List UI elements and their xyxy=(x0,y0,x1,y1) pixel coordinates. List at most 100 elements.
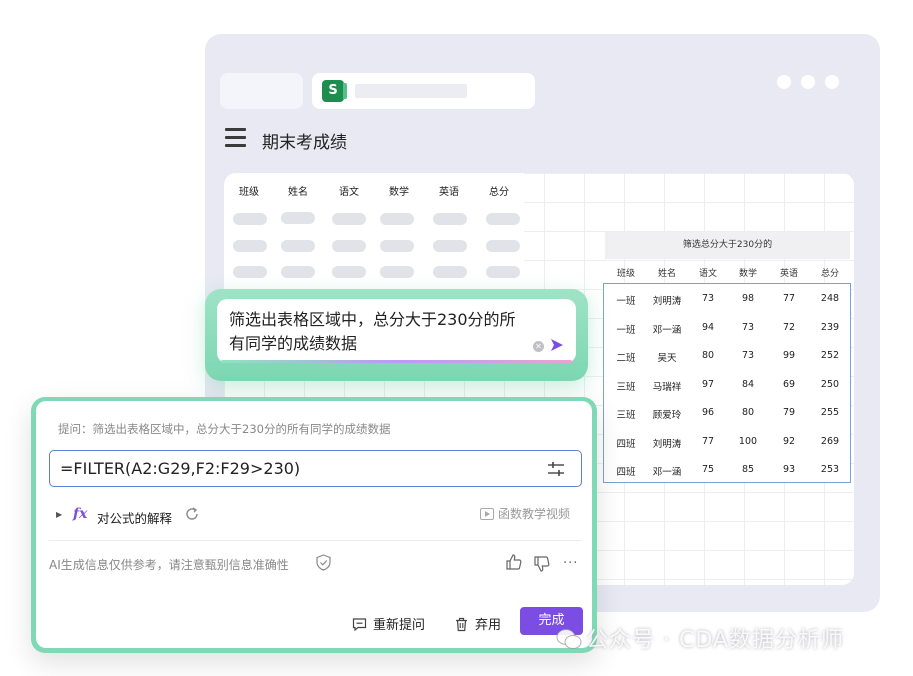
skeleton-cell xyxy=(380,240,414,252)
re-ask-button[interactable]: 重新提问 xyxy=(352,614,425,633)
skeleton-cell xyxy=(233,240,267,252)
result-header-cell: 班级 xyxy=(616,269,635,279)
result-cell: 269 xyxy=(820,435,840,447)
sheet-header-cell: 班级 xyxy=(239,187,259,198)
skeleton-cell xyxy=(486,266,520,278)
blank-tab[interactable] xyxy=(220,73,303,109)
result-cell: 248 xyxy=(820,293,840,304)
result-cell: 98 xyxy=(741,293,755,304)
skeleton-cell xyxy=(433,240,467,252)
result-cell: 75 xyxy=(701,464,715,475)
result-cell: 邓一涵 xyxy=(652,324,682,336)
formula-text: =FILTER(A2:G29,F2:F29>230) xyxy=(60,459,301,478)
formula-field[interactable]: =FILTER(A2:G29,F2:F29>230) xyxy=(49,450,582,487)
result-cell: 253 xyxy=(820,464,840,475)
skeleton-cell xyxy=(433,213,467,225)
discard-button[interactable]: 弃用 xyxy=(454,614,501,633)
skeleton-cell xyxy=(281,266,315,278)
result-cell: 四班 xyxy=(616,467,636,478)
result-cell: 吴天 xyxy=(657,353,677,364)
result-cell: 77 xyxy=(701,435,715,447)
result-cell: 250 xyxy=(820,378,840,390)
sheets-app-icon: S xyxy=(322,80,347,102)
skeleton-cell xyxy=(332,240,366,252)
fx-icon: fx xyxy=(73,506,88,522)
thumbs-down-icon[interactable] xyxy=(534,556,550,572)
result-cell: 马瑞祥 xyxy=(652,381,682,393)
result-cell: 80 xyxy=(741,407,755,418)
skeleton-cell xyxy=(332,266,366,278)
thumbs-up-icon[interactable] xyxy=(506,554,522,570)
triangle-right-icon: ▶ xyxy=(56,510,63,519)
skeleton-cell xyxy=(281,212,315,224)
send-icon[interactable] xyxy=(550,338,564,352)
wechat-logo-icon xyxy=(556,629,582,649)
result-cell: 79 xyxy=(782,407,796,418)
result-cell: 97 xyxy=(701,378,715,390)
result-cell: 93 xyxy=(782,464,796,475)
question-text: 提问：筛选出表格区域中，总分大于230分的所有同学的成绩数据 xyxy=(58,422,391,436)
window-dot-2[interactable] xyxy=(801,75,815,89)
document-tab[interactable]: S xyxy=(312,73,535,109)
skeleton-cell xyxy=(486,240,520,252)
result-cell: 邓一涵 xyxy=(652,467,682,478)
formula-panel: 提问：筛选出表格区域中，总分大于230分的所有同学的成绩数据 =FILTER(A… xyxy=(31,397,597,653)
result-cell: 239 xyxy=(820,321,840,333)
refresh-icon[interactable] xyxy=(184,506,200,522)
result-cell: 85 xyxy=(741,464,755,475)
skeleton-cell xyxy=(281,240,315,252)
shield-check-icon xyxy=(316,554,331,571)
tab-title-placeholder xyxy=(355,84,467,98)
result-cell: 三班 xyxy=(616,381,636,393)
window-dot-1[interactable] xyxy=(777,75,791,89)
sheet-header-cell: 语文 xyxy=(339,187,359,198)
result-cell: 73 xyxy=(741,350,755,361)
skeleton-cell xyxy=(433,266,467,278)
result-cell: 三班 xyxy=(616,410,636,421)
result-cell: 84 xyxy=(741,378,755,390)
ai-disclaimer: AI生成信息仅供参考，请注意甄别信息准确性 xyxy=(49,558,289,572)
prompt-text: 筛选出表格区域中，总分大于230分的所有同学的成绩数据 xyxy=(229,310,516,353)
skeleton-cell xyxy=(332,213,366,225)
trash-icon xyxy=(456,617,467,632)
formula-panel-body: 提问：筛选出表格区域中，总分大于230分的所有同学的成绩数据 =FILTER(A… xyxy=(36,401,592,648)
prompt-bubble: 筛选出表格区域中，总分大于230分的所有同学的成绩数据 ✕ xyxy=(205,289,588,381)
skeleton-cell xyxy=(486,213,520,225)
watermark-text: 公众号 · CDA数据分析师 xyxy=(586,628,844,653)
result-cell: 四班 xyxy=(616,438,636,450)
play-icon xyxy=(480,508,494,520)
result-cell: 72 xyxy=(782,321,796,333)
result-cell: 99 xyxy=(782,350,796,361)
tutorial-video-label: 函数教学视频 xyxy=(498,507,571,521)
sheet-header-cell: 数学 xyxy=(389,187,409,198)
clear-icon[interactable]: ✕ xyxy=(533,341,544,352)
watermark: 公众号 · CDA数据分析师 xyxy=(556,622,844,654)
result-header-cell: 姓名 xyxy=(657,269,676,279)
sheet-header-cell: 总分 xyxy=(489,187,509,198)
window-dot-3[interactable] xyxy=(825,75,839,89)
chat-icon xyxy=(352,618,367,632)
result-header-cell: 总分 xyxy=(820,269,839,279)
prompt-input[interactable]: 筛选出表格区域中，总分大于230分的所有同学的成绩数据 ✕ xyxy=(217,299,576,363)
hamburger-icon[interactable] xyxy=(225,128,246,150)
skeleton-cell xyxy=(380,213,414,225)
sheet-header-cell: 姓名 xyxy=(288,187,308,198)
sliders-icon[interactable] xyxy=(547,461,565,477)
result-header-cell: 语文 xyxy=(698,269,717,279)
result-cell: 77 xyxy=(782,293,796,304)
result-cell: 255 xyxy=(820,407,840,418)
result-cell: 96 xyxy=(701,407,715,418)
result-cell: 94 xyxy=(701,321,715,333)
result-cell: 92 xyxy=(782,435,796,447)
result-cell: 顾爱玲 xyxy=(652,410,682,421)
result-cell: 73 xyxy=(741,321,755,333)
result-cell: 刘明涛 xyxy=(652,296,682,307)
more-icon[interactable]: ··· xyxy=(563,556,578,571)
result-header-cell: 英语 xyxy=(779,269,798,279)
result-cell: 252 xyxy=(820,350,840,361)
divider xyxy=(49,540,582,541)
tutorial-video-link[interactable]: 函数教学视频 xyxy=(480,505,570,523)
page-title: 期末考成绩 xyxy=(262,133,347,153)
skeleton-cell xyxy=(380,266,414,278)
result-cell: 刘明涛 xyxy=(652,438,682,450)
